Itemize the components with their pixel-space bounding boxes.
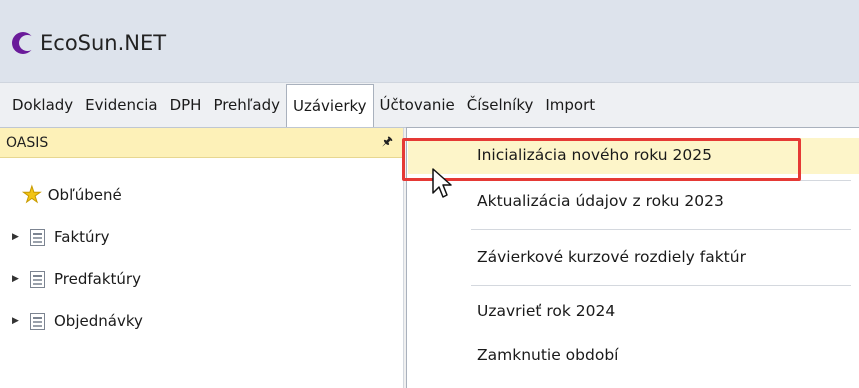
expand-arrow-icon[interactable]: ▶ — [12, 316, 24, 326]
tree-item-label: Predfaktúry — [54, 270, 141, 288]
document-icon — [30, 312, 45, 330]
menu-uzavierky[interactable]: Uzávierky — [286, 84, 374, 127]
tree-item-label: Objednávky — [54, 312, 143, 330]
title-bar: EcoSun.NET — [0, 0, 859, 82]
menu-import[interactable]: Import — [539, 83, 601, 127]
menu-prehlady[interactable]: Prehľady — [207, 83, 286, 127]
navigation-tree: ★ Obľúbené ▶ Faktúry ▶ Predfaktúry ▶ Obj… — [0, 158, 403, 342]
menu-item-kurzove-rozdiely[interactable]: Závierkové kurzové rozdiely faktúr — [477, 248, 746, 266]
panel-title: OASIS — [6, 134, 49, 151]
tree-item-objednavky[interactable]: ▶ Objednávky — [0, 300, 403, 342]
navigation-panel: OASIS 🖈 ★ Obľúbené ▶ Faktúry ▶ Predfaktú… — [0, 128, 404, 388]
star-icon: ★ — [22, 182, 43, 208]
mouse-pointer-icon — [432, 168, 452, 198]
menu-dph[interactable]: DPH — [164, 83, 208, 127]
menu-item-uzavriet-rok[interactable]: Uzavrieť rok 2024 — [477, 302, 615, 320]
menu-separator — [471, 285, 851, 286]
expand-arrow-icon[interactable]: ▶ — [12, 274, 24, 284]
highlight-annotation-box — [402, 138, 801, 181]
document-icon — [30, 270, 45, 288]
menu-item-zamknutie-obdobi[interactable]: Zamknutie období — [477, 346, 618, 364]
menu-bar: Doklady Evidencia DPH Prehľady Uzávierky… — [0, 82, 859, 128]
ecosun-logo-icon — [12, 32, 36, 54]
tree-item-oblubene[interactable]: ★ Obľúbené — [0, 174, 403, 216]
document-icon — [30, 228, 45, 246]
menu-uctovanie[interactable]: Účtovanie — [374, 83, 461, 127]
tree-item-predfaktury[interactable]: ▶ Predfaktúry — [0, 258, 403, 300]
tree-item-label: Faktúry — [54, 228, 110, 246]
panel-header: OASIS 🖈 — [0, 128, 403, 158]
menu-evidencia[interactable]: Evidencia — [79, 83, 163, 127]
app-title: EcoSun.NET — [40, 31, 167, 55]
menu-separator — [471, 229, 851, 230]
tree-item-label: Obľúbené — [47, 186, 122, 204]
tree-item-faktury[interactable]: ▶ Faktúry — [0, 216, 403, 258]
menu-doklady[interactable]: Doklady — [6, 83, 79, 127]
pin-icon[interactable]: 🖈 — [382, 132, 393, 153]
expand-arrow-icon[interactable]: ▶ — [12, 232, 24, 242]
menu-ciselniky[interactable]: Číselníky — [461, 83, 540, 127]
menu-item-aktualizacia[interactable]: Aktualizácia údajov z roku 2023 — [477, 192, 724, 210]
